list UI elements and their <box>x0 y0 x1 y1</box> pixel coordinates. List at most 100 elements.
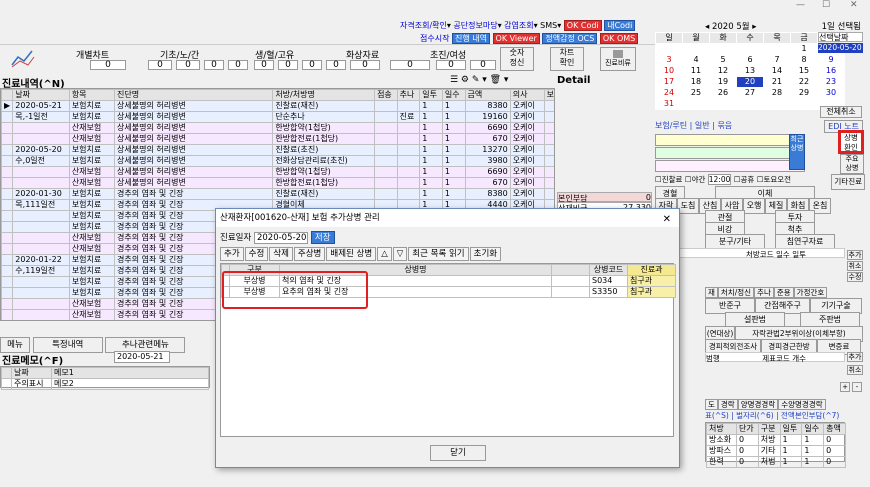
calendar-day[interactable]: 15 <box>790 65 818 77</box>
calendar-day[interactable]: 30 <box>817 87 845 99</box>
portal-link[interactable]: 공단정보마당 <box>453 21 497 30</box>
add-button[interactable]: 추가 <box>220 247 244 261</box>
right-edit-button[interactable]: 수정 <box>847 272 863 282</box>
calendar-day[interactable]: 23 <box>817 76 845 88</box>
close-icon[interactable]: ✕ <box>850 0 858 10</box>
check-holiday[interactable]: ☐공휴 <box>734 175 755 184</box>
tab-bundle[interactable]: 묶음 <box>717 121 732 130</box>
calendar-day[interactable]: 31 <box>655 98 683 110</box>
tab-menu[interactable]: 메뉴 <box>0 337 30 353</box>
table-row[interactable]: 수,0일전 보험치료 상세불명의 허리병변 전화상담관리료(초진) 1 1 3980 오케이 <box>1 155 554 167</box>
calendar-day[interactable]: 19 <box>709 76 737 88</box>
tab[interactable]: 표(^S) <box>705 411 729 420</box>
tab-general[interactable]: 일반 <box>695 121 710 130</box>
print-button[interactable]: 진료비류 <box>600 47 636 71</box>
diagnosis-input-sub2[interactable] <box>655 160 805 172</box>
calendar-day[interactable]: 22 <box>790 76 818 88</box>
recent-list-button[interactable]: 최근 목록 읽기 <box>408 247 469 261</box>
okoms-button[interactable]: OK OMS <box>599 33 639 44</box>
table-row[interactable]: 산재보험 상세불명의 허리병변 한방합전료(1첩당) 1 1 670 오케이 <box>1 177 554 189</box>
cal-next-icon[interactable]: ▸ <box>752 22 756 32</box>
col-header[interactable]: 항목 <box>68 89 116 101</box>
col-header[interactable]: 일수 <box>441 89 466 101</box>
calendar-day[interactable]: 9 <box>817 54 845 66</box>
right2-plus-button[interactable]: + <box>840 382 850 392</box>
calendar-day[interactable]: 21 <box>763 76 791 88</box>
col-header[interactable]: 의사 <box>509 89 545 101</box>
calendar-day[interactable]: 26 <box>709 87 737 99</box>
dialog-close-icon[interactable]: ✕ <box>663 211 671 229</box>
right-add-button[interactable]: 추가 <box>847 250 863 260</box>
reset-button[interactable]: 초기화 <box>469 247 502 261</box>
date-input[interactable]: 2020-05-20 <box>253 232 308 244</box>
dialog-close-button[interactable]: 닫기 <box>430 445 486 461</box>
tab[interactable]: 가정간호 <box>793 287 828 298</box>
right-cancel-button[interactable]: 취소 <box>847 261 863 271</box>
tab[interactable]: 재 <box>705 287 718 298</box>
calendar-day[interactable]: 24 <box>655 87 683 99</box>
col-header[interactable]: 보 <box>543 89 554 101</box>
recent-diagnosis-button[interactable]: 최근 상병 <box>789 134 805 170</box>
table-row[interactable]: 방파스 0 기타 1 1 0 <box>706 445 846 457</box>
chart-icon[interactable] <box>8 47 38 69</box>
sms-link[interactable]: SMS <box>540 21 557 30</box>
col-header[interactable]: 처방/처방명 <box>272 89 376 101</box>
move-up-button[interactable]: △ <box>377 247 392 261</box>
calendar-day[interactable]: 13 <box>736 65 764 77</box>
col-header[interactable]: 점송 <box>374 89 398 101</box>
cal-prev-icon[interactable]: ◂ <box>705 22 709 32</box>
visit-button[interactable]: 숫자 정신 <box>500 47 534 71</box>
check-sat[interactable]: ☐토요오전 <box>757 175 791 184</box>
diagnosis-input-sub[interactable] <box>655 147 805 159</box>
table-row[interactable]: 산재보험 상세불명의 허리병변 한방합약(1첩당) 1 1 6690 오케이 <box>1 122 554 134</box>
diagnosis-input-main[interactable] <box>655 134 805 146</box>
infection-link[interactable]: 감염조회 <box>504 21 533 30</box>
all-cancel-button[interactable]: 전체취소 <box>820 106 862 118</box>
okviewer-button[interactable]: OK Viewer <box>492 33 540 44</box>
calendar-day[interactable]: 28 <box>763 87 791 99</box>
maximize-icon[interactable]: ☐ <box>822 0 830 10</box>
calendar-day[interactable]: 25 <box>682 87 710 99</box>
time-field[interactable]: 12:00 <box>707 174 732 185</box>
table-row[interactable]: 2020-01-30 보험치료 경추의 염좌 및 긴장 진찰료(재진) 1 1 8380 오케… <box>1 188 554 200</box>
table-row[interactable]: 목,-1일전 보험치료 상세불명의 허리병변 단순추나 진료 1 1 19160 오케이 <box>1 111 554 123</box>
tab[interactable]: 전액본인부담(^7) <box>781 411 839 420</box>
tab-insurance[interactable]: 보험/루틴 <box>655 121 687 130</box>
calendar-day[interactable]: 3 <box>655 54 683 66</box>
table-row[interactable]: 2020-05-20 보험치료 상세불명의 허리병변 진찰료(초진) 1 1 13270 오케… <box>1 144 554 156</box>
minimize-icon[interactable]: — <box>796 0 805 10</box>
table-row[interactable]: 산재보험 상세불명의 허리병변 한방합전료(1첩당) 1 1 670 오케이 <box>1 133 554 145</box>
qualification-link[interactable]: 자격조회/확인 <box>400 21 447 30</box>
move-down-button[interactable]: ▽ <box>392 247 408 261</box>
calendar-day[interactable]: 16 <box>817 65 845 77</box>
tab-special[interactable]: 특정내역 <box>32 337 103 353</box>
excluded-diagnosis-button[interactable]: 배제된 상병 <box>326 247 377 261</box>
diagnosis-confirm-button[interactable]: 상병 환인 <box>838 130 864 154</box>
main-diagnosis-button[interactable]: 주상병 <box>293 247 326 261</box>
calendar-day[interactable]: 8 <box>790 54 818 66</box>
calendar-day[interactable]: 4 <box>682 54 710 66</box>
edit-button[interactable]: 수정 <box>244 247 269 261</box>
calendar-day[interactable]: 12 <box>709 65 737 77</box>
tab[interactable]: 수양명경경락 <box>778 399 826 410</box>
memo-date[interactable]: 2020-05-21 <box>114 351 170 363</box>
progress-button[interactable]: 진행 내역 <box>452 33 490 44</box>
delete-button[interactable]: 삭제 <box>269 247 293 261</box>
calendar-day[interactable]: 27 <box>736 87 764 99</box>
calendar-day[interactable]: 11 <box>682 65 710 77</box>
calendar-day[interactable]: 1 <box>790 43 818 55</box>
right2-add-button[interactable]: 추가 <box>847 352 863 362</box>
tab[interactable]: 벌자리(^6) <box>736 411 774 420</box>
score-start-link[interactable]: 점수시작 <box>420 34 449 43</box>
table-row[interactable]: ▶ 2020-05-21 보험치료 상세불명의 허리병변 진찰료(재진) 1 1 8380 오케… <box>1 100 554 112</box>
table-row[interactable]: 한력 0 처법 1 1 0 <box>706 456 846 468</box>
right2-cancel-button[interactable]: 취소 <box>847 365 863 375</box>
dialog-save-button[interactable]: 저장 <box>310 231 335 244</box>
col-header[interactable]: 진단명 <box>114 89 274 101</box>
okcodi-button[interactable]: OK Codi <box>563 20 602 31</box>
tab[interactable]: 준용 <box>773 287 794 298</box>
calendar-day[interactable]: 17 <box>655 76 683 88</box>
calendar-day[interactable]: 14 <box>763 65 791 77</box>
col-header[interactable]: 추나 <box>396 89 421 101</box>
table-row[interactable]: 방소화 0 처방 1 1 0 <box>706 434 846 446</box>
